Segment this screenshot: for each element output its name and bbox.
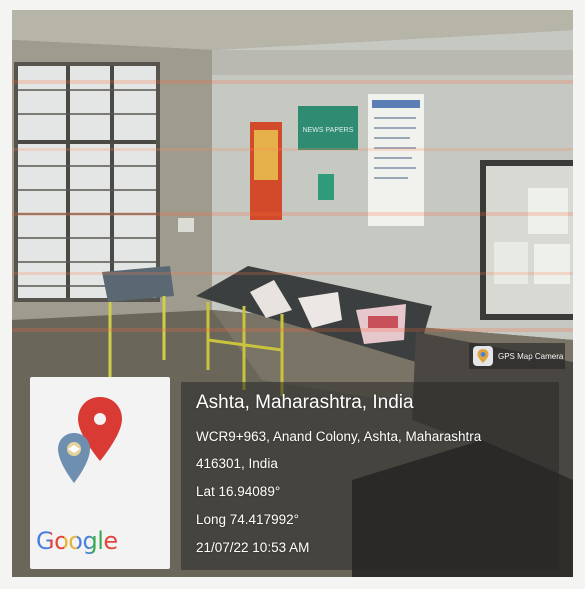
photo-frame: NEWS PAPERS GPS Map Camera Google Ashta,… — [0, 0, 585, 589]
gps-map-camera-badge: GPS Map Camera — [469, 343, 565, 369]
window-icon — [14, 62, 160, 302]
location-title: Ashta, Maharashtra, India — [196, 392, 414, 413]
poster-label: NEWS PAPERS — [303, 127, 354, 134]
latitude-text: Lat 16.94089° — [196, 484, 281, 499]
map-pin-blue-icon — [58, 433, 90, 483]
notice-board-icon — [480, 160, 573, 320]
google-brand: Google — [36, 527, 118, 555]
gps-camera-app-icon — [473, 346, 493, 366]
address-line-2: 416301, India — [196, 456, 278, 471]
address-line-1: WCR9+963, Anand Colony, Ashta, Maharasht… — [196, 429, 482, 444]
google-logo: Google — [36, 527, 118, 555]
gps-badge-label: GPS Map Camera — [498, 351, 564, 361]
timestamp-text: 21/07/22 10:53 AM — [196, 540, 310, 555]
map-thumbnail: Google — [30, 377, 170, 569]
longitude-text: Long 74.417992° — [196, 512, 299, 527]
